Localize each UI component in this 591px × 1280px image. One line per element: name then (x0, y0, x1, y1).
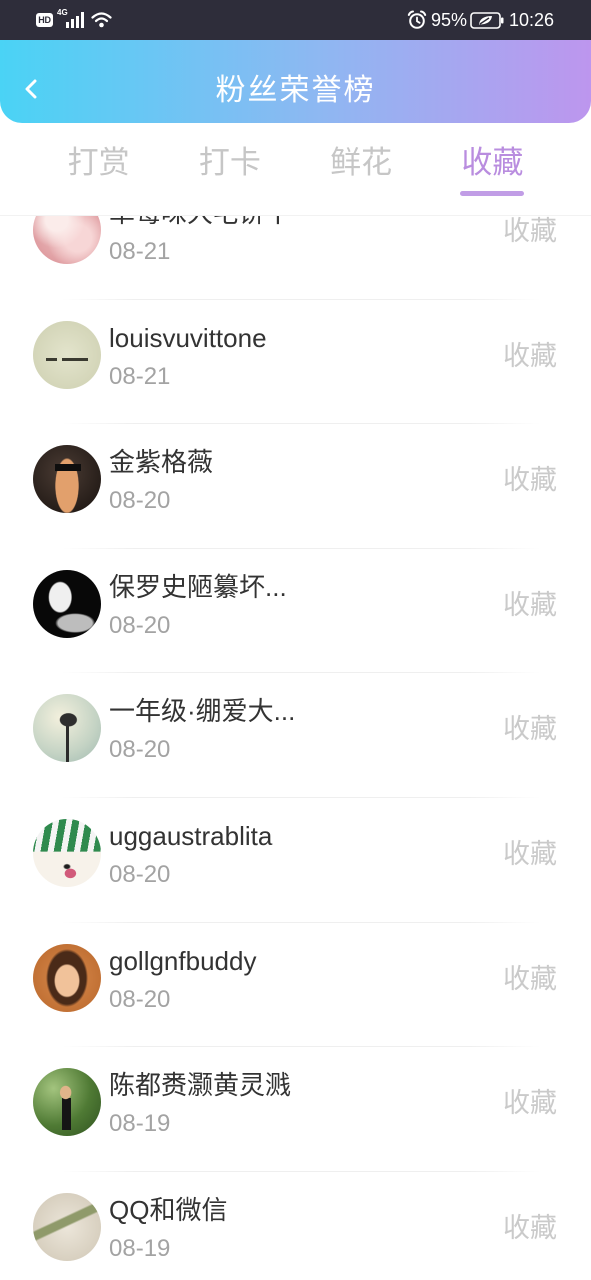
fan-date: 08-19 (109, 1234, 171, 1262)
avatar[interactable] (33, 445, 101, 514)
tab-bar: 打赏 打卡 鲜花 收藏 (33, 123, 558, 215)
battery-icon (470, 12, 504, 29)
avatar[interactable] (33, 694, 101, 763)
fan-name: QQ和微信 (109, 1194, 228, 1225)
active-tab-indicator (460, 191, 525, 196)
status-bar: HD 4G 95% 10:26 (0, 0, 591, 40)
alarm-icon (407, 10, 427, 29)
fan-date: 08-19 (109, 1110, 171, 1138)
fan-list-content: 草莓味大宅饼干 08-21 收藏 louisvuvittone 08-21 收藏… (0, 216, 591, 1280)
tab-checkin[interactable]: 打卡 (164, 123, 295, 215)
hd-badge: HD (36, 13, 53, 27)
fan-list-item[interactable]: louisvuvittone 08-21 收藏 (0, 293, 591, 418)
app-screen: HD 4G 95% 10:26 粉丝荣誉榜 打赏 打卡 鲜花 收藏 08-21 … (0, 0, 591, 1280)
tab-label: 打卡 (198, 145, 261, 180)
tab-favorites[interactable]: 收藏 (427, 123, 558, 215)
avatar[interactable] (33, 216, 101, 264)
fan-action-label: 收藏 (503, 714, 557, 745)
avatar[interactable] (33, 943, 101, 1012)
fan-name: 金紫格薇 (109, 447, 214, 478)
fan-action-label: 收藏 (503, 1212, 557, 1243)
fan-name: 草莓味大宅饼干 (109, 216, 291, 228)
fan-name: gollgnfbuddy (109, 945, 257, 976)
fan-list-item[interactable]: QQ和微信 08-19 收藏 (0, 1165, 591, 1280)
fan-action-label: 收藏 (503, 465, 557, 496)
avatar[interactable] (33, 1068, 101, 1137)
fan-name: louisvuvittone (109, 322, 267, 353)
fan-action-label: 收藏 (503, 589, 557, 620)
page-title: 粉丝荣誉榜 (215, 74, 376, 107)
fan-list-item[interactable]: 保罗史陋纂坏... 08-20 收藏 (0, 542, 591, 667)
fan-name: 保罗史陋纂坏... (109, 571, 287, 602)
fan-list-item[interactable]: uggaustrablita 08-20 收藏 (0, 791, 591, 916)
tab-flowers[interactable]: 鲜花 (296, 123, 427, 215)
fan-name: 一年级·绷爱大... (109, 696, 296, 727)
fan-action-label: 收藏 (503, 216, 557, 246)
tab-reward[interactable]: 打赏 (33, 123, 164, 215)
fan-name: 陈都赉灏黄灵溅 (109, 1070, 292, 1101)
fan-list-item[interactable]: 金紫格薇 08-20 收藏 (0, 417, 591, 542)
fan-action-label: 收藏 (503, 838, 557, 869)
top-app-bar: 粉丝荣誉榜 (0, 40, 591, 123)
fan-list-item[interactable]: gollgnfbuddy 08-20 收藏 (0, 916, 591, 1041)
fan-action-label: 收藏 (503, 340, 557, 371)
fan-list-item[interactable]: 草莓味大宅饼干 08-21 收藏 (0, 216, 591, 293)
fan-date: 08-20 (109, 611, 171, 639)
signal-icon (66, 12, 84, 28)
avatar[interactable] (33, 818, 101, 887)
tab-label: 打赏 (67, 145, 130, 180)
fan-date: 08-20 (109, 487, 171, 515)
fan-action-label: 收藏 (503, 1088, 557, 1119)
fan-list-item[interactable]: 一年级·绷爱大... 08-20 收藏 (0, 666, 591, 791)
fan-date: 08-20 (109, 860, 171, 888)
avatar[interactable] (33, 1192, 101, 1261)
fan-list[interactable]: 草莓味大宅饼干 08-21 收藏 louisvuvittone 08-21 收藏… (0, 215, 591, 1280)
avatar[interactable] (33, 569, 101, 638)
fan-date: 08-20 (109, 985, 171, 1013)
fan-name: uggaustrablita (109, 820, 273, 851)
fan-list-item[interactable]: 陈都赉灏黄灵溅 08-19 收藏 (0, 1040, 591, 1165)
tab-label: 收藏 (461, 145, 524, 180)
fan-action-label: 收藏 (503, 963, 557, 994)
wifi-icon (91, 12, 112, 28)
fan-date: 08-21 (109, 238, 171, 265)
fan-date: 08-21 (109, 362, 171, 390)
avatar[interactable] (33, 320, 101, 389)
battery-percent: 95% (431, 10, 468, 30)
fan-date: 08-20 (109, 736, 171, 764)
tab-label: 鲜花 (330, 145, 393, 180)
clock-time: 10:26 (509, 10, 555, 30)
